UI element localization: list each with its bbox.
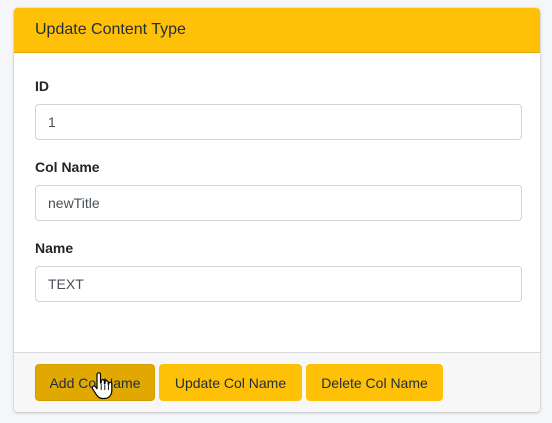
col-name-form-group: Col Name xyxy=(35,159,522,221)
name-form-group: Name xyxy=(35,240,522,302)
name-input[interactable] xyxy=(35,266,522,302)
col-name-input[interactable] xyxy=(35,185,522,221)
id-label: ID xyxy=(35,78,49,94)
update-content-type-card: Update Content Type ID Col Name Name Add… xyxy=(14,8,540,412)
card-footer: Add Col Name Update Col Name Delete Col … xyxy=(14,352,540,412)
add-col-name-button[interactable]: Add Col Name xyxy=(35,364,155,401)
update-col-name-button[interactable]: Update Col Name xyxy=(159,364,302,401)
id-form-group: ID xyxy=(35,78,522,140)
delete-col-name-button[interactable]: Delete Col Name xyxy=(306,364,443,401)
card-body: ID Col Name Name xyxy=(14,53,540,302)
name-label: Name xyxy=(35,240,74,256)
id-input[interactable] xyxy=(35,104,522,140)
col-name-label: Col Name xyxy=(35,159,100,175)
card-title: Update Content Type xyxy=(35,21,186,38)
card-header: Update Content Type xyxy=(14,8,540,53)
